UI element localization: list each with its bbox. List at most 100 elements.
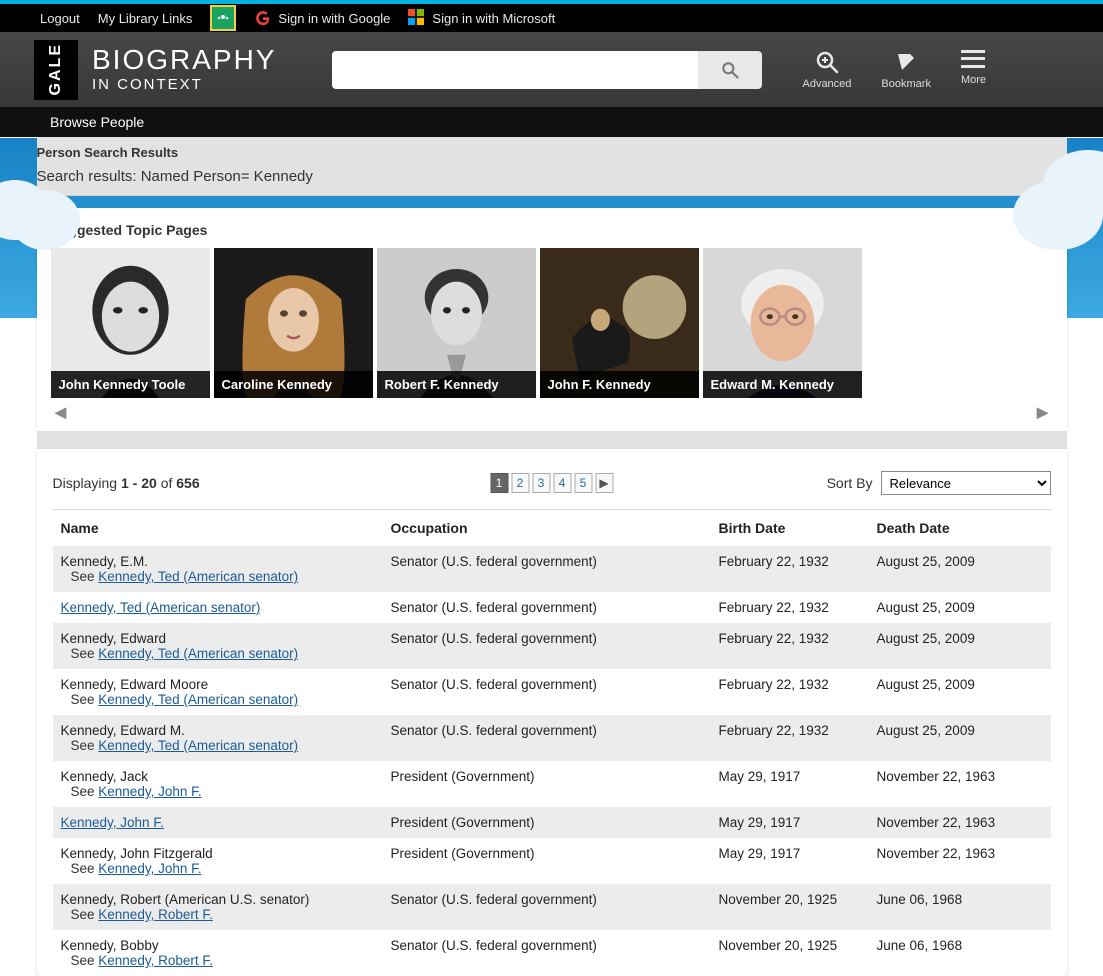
- see-link[interactable]: Kennedy, Ted (American senator): [98, 646, 298, 661]
- see-link[interactable]: Kennedy, Robert F.: [98, 953, 213, 968]
- topic-card[interactable]: John Kennedy Toole: [51, 248, 210, 398]
- topic-caption: Edward M. Kennedy: [703, 371, 862, 398]
- cell-name: Kennedy, Edward M.See Kennedy, Ted (Amer…: [53, 715, 383, 761]
- col-name[interactable]: Name: [53, 510, 383, 546]
- person-name: Kennedy, Edward: [61, 631, 167, 646]
- results-heading-block: Person Search Results Search results: Na…: [37, 137, 1067, 196]
- cell-birth-date: May 29, 1917: [711, 807, 869, 838]
- cell-occupation: Senator (U.S. federal government): [383, 592, 711, 623]
- topic-caption: Caroline Kennedy: [214, 371, 373, 398]
- col-birth-date[interactable]: Birth Date: [711, 510, 869, 546]
- bookmark-button[interactable]: Bookmark: [881, 50, 931, 90]
- see-reference: See Kennedy, John F.: [71, 861, 375, 876]
- cell-occupation: Senator (U.S. federal government): [383, 715, 711, 761]
- table-row: Kennedy, Ted (American senator) Senator (…: [53, 592, 1051, 623]
- person-name: Kennedy, E.M.: [61, 554, 149, 569]
- person-name: Kennedy, Edward M.: [61, 723, 185, 738]
- page-next[interactable]: ▶: [595, 473, 613, 493]
- page-title: Person Search Results: [37, 145, 1057, 160]
- more-button[interactable]: More: [961, 50, 986, 86]
- cell-name: Kennedy, EdwardSee Kennedy, Ted (America…: [53, 623, 383, 669]
- suggested-topics-panel: Suggested Topic Pages John Kennedy Toole…: [37, 208, 1067, 431]
- microsoft-signin[interactable]: Sign in with Microsoft: [408, 9, 555, 27]
- search-button[interactable]: [698, 51, 762, 89]
- table-row: Kennedy, Edward M.See Kennedy, Ted (Amer…: [53, 715, 1051, 761]
- table-row: Kennedy, John F. President (Government)Ma…: [53, 807, 1051, 838]
- advanced-search-button[interactable]: Advanced: [802, 50, 851, 90]
- table-row: Kennedy, BobbySee Kennedy, Robert F.Sena…: [53, 930, 1051, 976]
- table-row: Kennedy, EdwardSee Kennedy, Ted (America…: [53, 623, 1051, 669]
- person-link[interactable]: Kennedy, Ted (American senator): [61, 600, 261, 615]
- topic-card[interactable]: Edward M. Kennedy: [703, 248, 862, 398]
- google-icon: [254, 9, 272, 27]
- cell-name: Kennedy, Robert (American U.S. senator)S…: [53, 884, 383, 930]
- topic-caption: Robert F. Kennedy: [377, 371, 536, 398]
- brand-block[interactable]: GALE BIOGRAPHY IN CONTEXT: [34, 40, 276, 100]
- cell-death-date: August 25, 2009: [869, 669, 1051, 715]
- google-classroom-icon[interactable]: [210, 5, 236, 31]
- suggested-topics-title: Suggested Topic Pages: [51, 222, 1053, 238]
- cell-death-date: June 06, 1968: [869, 884, 1051, 930]
- microsoft-icon: [408, 9, 426, 27]
- google-signin[interactable]: Sign in with Google: [254, 9, 390, 27]
- bookmark-icon: [894, 50, 918, 74]
- sub-nav: Browse People: [0, 107, 1103, 137]
- see-reference: See Kennedy, Ted (American senator): [71, 569, 375, 584]
- topic-card[interactable]: John F. Kennedy: [540, 248, 699, 398]
- col-death-date[interactable]: Death Date: [869, 510, 1051, 546]
- google-signin-label: Sign in with Google: [278, 11, 390, 26]
- cell-occupation: President (Government): [383, 807, 711, 838]
- cell-death-date: November 22, 1963: [869, 838, 1051, 884]
- person-link[interactable]: Kennedy, John F.: [61, 815, 164, 830]
- col-occupation[interactable]: Occupation: [383, 510, 711, 546]
- see-link[interactable]: Kennedy, Robert F.: [98, 907, 213, 922]
- main-header: GALE BIOGRAPHY IN CONTEXT Advanced Bookm…: [0, 32, 1103, 107]
- topic-card[interactable]: Robert F. Kennedy: [377, 248, 536, 398]
- cell-death-date: August 25, 2009: [869, 592, 1051, 623]
- see-link[interactable]: Kennedy, John F.: [98, 861, 201, 876]
- brand-subtitle: IN CONTEXT: [92, 76, 276, 93]
- see-reference: See Kennedy, Ted (American senator): [71, 646, 375, 661]
- library-links[interactable]: My Library Links: [98, 11, 193, 26]
- magnify-plus-icon: [815, 50, 839, 74]
- see-link[interactable]: Kennedy, Ted (American senator): [98, 738, 298, 753]
- cell-death-date: August 25, 2009: [869, 623, 1051, 669]
- cell-occupation: President (Government): [383, 838, 711, 884]
- page-4[interactable]: 4: [553, 473, 571, 493]
- cell-birth-date: November 20, 1925: [711, 930, 869, 976]
- hamburger-icon: [961, 50, 985, 68]
- search-input[interactable]: [332, 51, 698, 89]
- sort-select[interactable]: Relevance: [881, 471, 1051, 495]
- cell-name: Kennedy, Edward MooreSee Kennedy, Ted (A…: [53, 669, 383, 715]
- cell-name: Kennedy, John FitzgeraldSee Kennedy, Joh…: [53, 838, 383, 884]
- page-3[interactable]: 3: [532, 473, 550, 493]
- see-link[interactable]: Kennedy, Ted (American senator): [98, 569, 298, 584]
- table-row: Kennedy, John FitzgeraldSee Kennedy, Joh…: [53, 838, 1051, 884]
- top-bar: Logout My Library Links Sign in with Goo…: [0, 4, 1103, 32]
- results-panel: Displaying 1 - 20 of 656 12345▶ Sort By …: [37, 449, 1067, 976]
- results-table: Name Occupation Birth Date Death Date Ke…: [53, 510, 1051, 976]
- see-link[interactable]: Kennedy, John F.: [98, 784, 201, 799]
- panel-gap: [37, 431, 1067, 449]
- see-link[interactable]: Kennedy, Ted (American senator): [98, 692, 298, 707]
- cell-occupation: Senator (U.S. federal government): [383, 884, 711, 930]
- cell-name: Kennedy, BobbySee Kennedy, Robert F.: [53, 930, 383, 976]
- page-5[interactable]: 5: [574, 473, 592, 493]
- advanced-label: Advanced: [802, 78, 851, 90]
- sort-control: Sort By Relevance: [827, 471, 1051, 495]
- brand-title: BIOGRAPHY: [92, 46, 276, 74]
- topic-card[interactable]: Caroline Kennedy: [214, 248, 373, 398]
- topic-carousel: John Kennedy Toole Caroline Kennedy Robe…: [51, 248, 1053, 398]
- logout-link[interactable]: Logout: [40, 11, 80, 26]
- table-row: Kennedy, E.M.See Kennedy, Ted (American …: [53, 546, 1051, 592]
- cell-birth-date: February 22, 1932: [711, 715, 869, 761]
- carousel-prev[interactable]: ◄: [51, 402, 71, 425]
- browse-people-link[interactable]: Browse People: [50, 114, 144, 130]
- page-1[interactable]: 1: [490, 473, 508, 493]
- microsoft-signin-label: Sign in with Microsoft: [432, 11, 555, 26]
- bookmark-label: Bookmark: [881, 78, 931, 90]
- cell-death-date: August 25, 2009: [869, 546, 1051, 592]
- see-reference: See Kennedy, Robert F.: [71, 907, 375, 922]
- page-2[interactable]: 2: [511, 473, 529, 493]
- carousel-next[interactable]: ►: [1033, 402, 1053, 425]
